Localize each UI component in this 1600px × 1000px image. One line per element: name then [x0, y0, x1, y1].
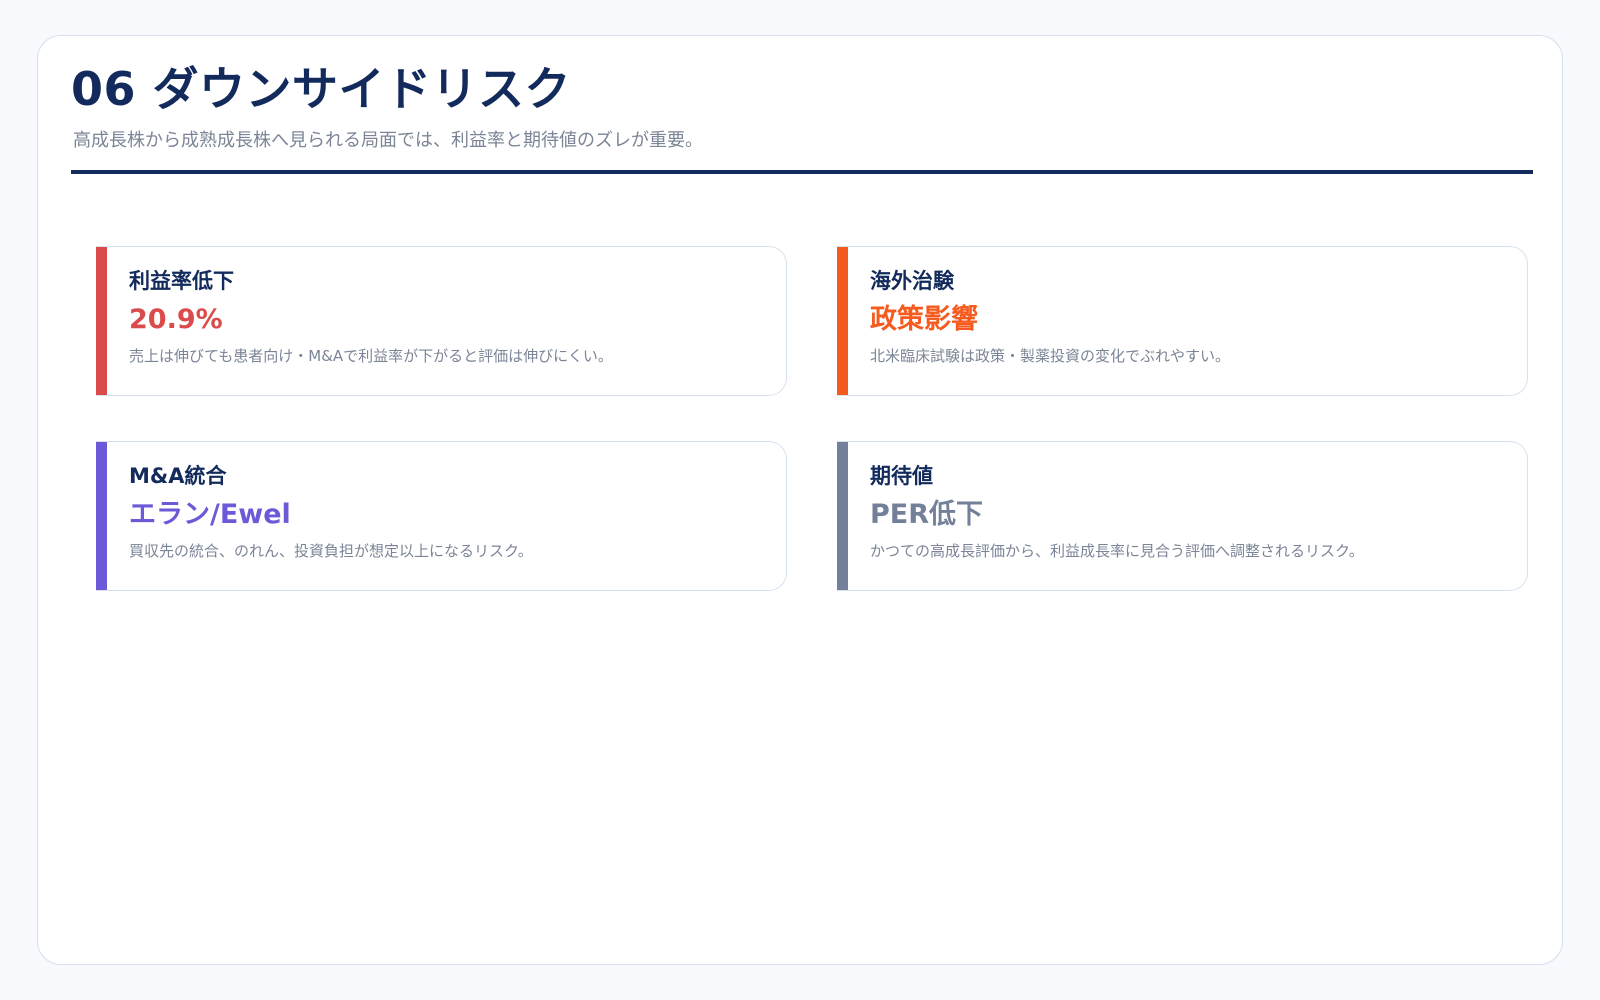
header-divider — [71, 170, 1533, 174]
card-description: 買収先の統合、のれん、投資負担が想定以上になるリスク。 — [129, 542, 533, 560]
card-accent-bar — [96, 442, 107, 590]
card-value: PER低下 — [870, 499, 984, 530]
slide-panel: 06 ダウンサイドリスク 高成長株から成熟成長株へ見られる局面では、利益率と期待… — [37, 35, 1563, 965]
card-description: かつての高成長評価から、利益成長率に見合う評価へ調整されるリスク。 — [870, 542, 1364, 560]
card-label: 期待値 — [870, 464, 933, 488]
risk-card-ma-integration: M&A統合 エラン/Ewel 買収先の統合、のれん、投資負担が想定以上になるリス… — [96, 441, 787, 591]
card-value: エラン/Ewel — [129, 499, 291, 530]
card-value: 政策影響 — [870, 304, 978, 335]
card-label: 海外治験 — [870, 269, 954, 293]
header: 06 ダウンサイドリスク 高成長株から成熟成長株へ見られる局面では、利益率と期待… — [71, 66, 1533, 174]
card-accent-bar — [837, 442, 848, 590]
card-accent-bar — [96, 247, 107, 395]
card-value: 20.9% — [129, 304, 223, 335]
risk-card-expectations: 期待値 PER低下 かつての高成長評価から、利益成長率に見合う評価へ調整されるリ… — [837, 441, 1528, 591]
card-description: 売上は伸びても患者向け・M&Aで利益率が下がると評価は伸びにくい。 — [129, 347, 613, 365]
card-description: 北米臨床試験は政策・製薬投資の変化でぶれやすい。 — [870, 347, 1231, 365]
risk-card-grid: 利益率低下 20.9% 売上は伸びても患者向け・M&Aで利益率が下がると評価は伸… — [96, 246, 1529, 591]
card-label: 利益率低下 — [129, 269, 234, 293]
card-accent-bar — [837, 247, 848, 395]
risk-card-overseas-trials: 海外治験 政策影響 北米臨床試験は政策・製薬投資の変化でぶれやすい。 — [837, 246, 1528, 396]
page-subtitle: 高成長株から成熟成長株へ見られる局面では、利益率と期待値のズレが重要。 — [73, 130, 703, 151]
risk-card-margin: 利益率低下 20.9% 売上は伸びても患者向け・M&Aで利益率が下がると評価は伸… — [96, 246, 787, 396]
page-title: 06 ダウンサイドリスク — [71, 62, 572, 116]
card-label: M&A統合 — [129, 464, 227, 488]
